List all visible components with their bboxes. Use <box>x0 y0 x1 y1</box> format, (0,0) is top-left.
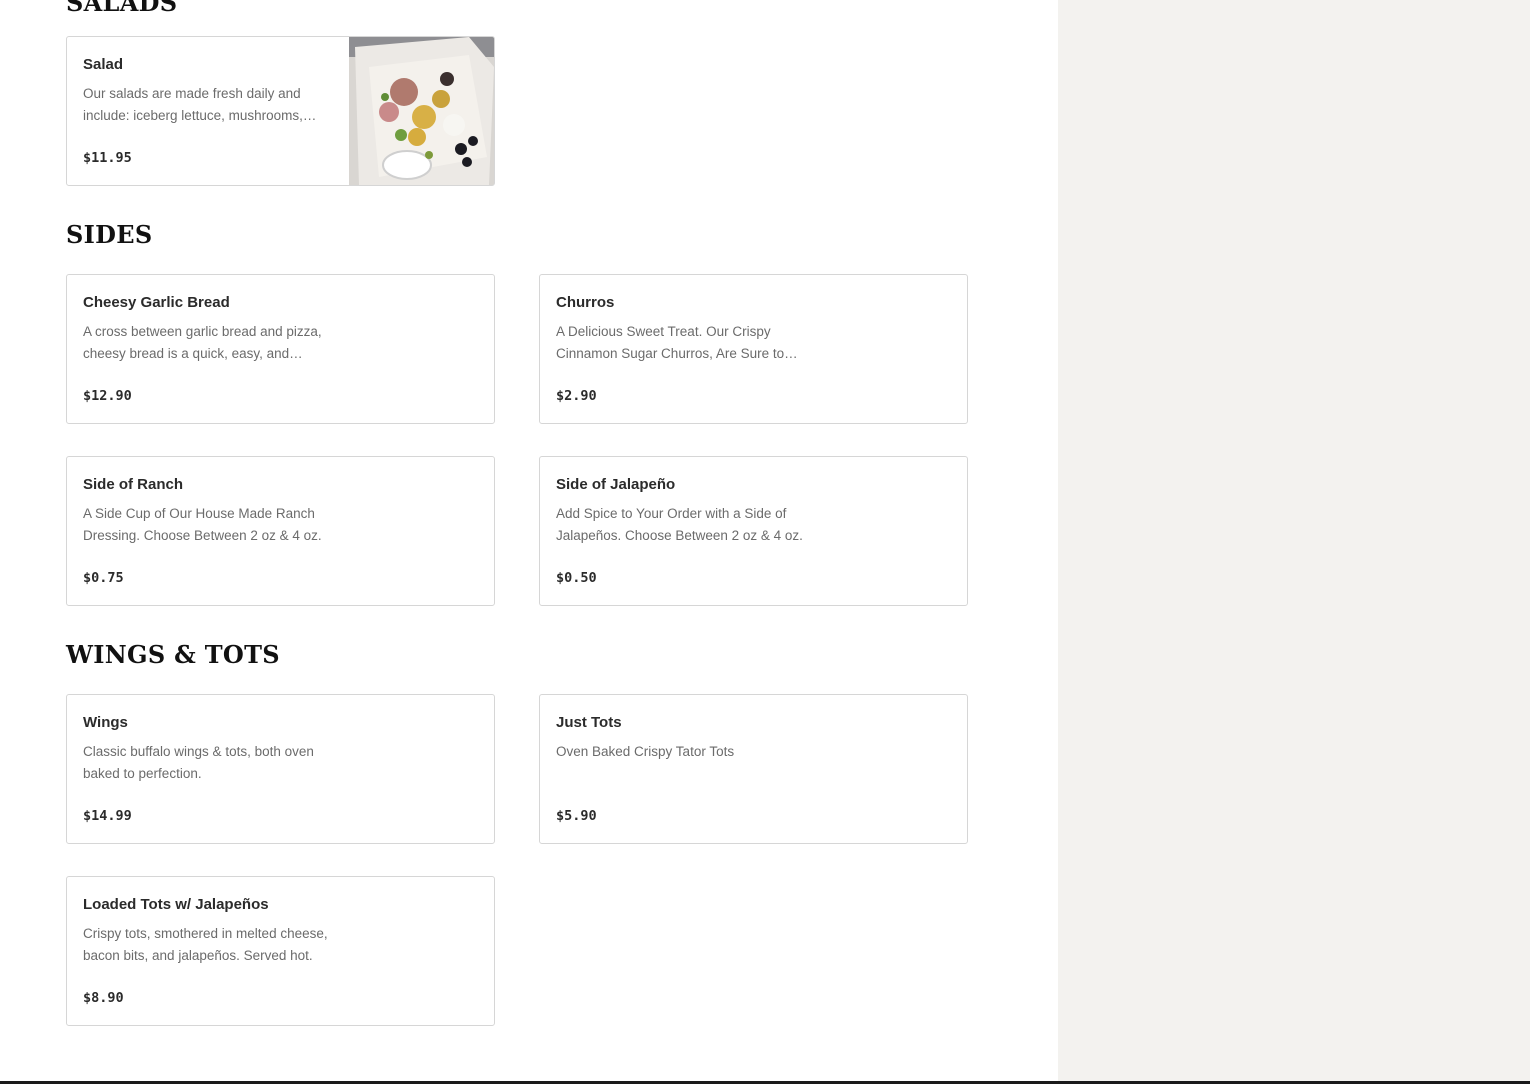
menu-item-card-wings[interactable]: Wings Classic buffalo wings & tots, both… <box>66 694 495 844</box>
right-side-panel <box>1058 0 1530 1084</box>
menu-item-name: Side of Jalapeño <box>556 476 676 493</box>
menu-item-price: $14.99 <box>83 808 132 824</box>
menu-item-name: Loaded Tots w/ Jalapeños <box>83 896 269 913</box>
menu-item-price: $0.75 <box>83 570 124 586</box>
page: SALADS Salad Our salads are made fresh d… <box>0 0 1530 1084</box>
menu-item-description: Crispy tots, smothered in melted cheese,… <box>83 926 328 963</box>
menu-item-card-churros[interactable]: Churros A Delicious Sweet Treat. Our Cri… <box>539 274 968 424</box>
menu-item-name: Just Tots <box>556 714 622 731</box>
menu-item-price: $2.90 <box>556 388 597 404</box>
menu-item-card-cheesy-garlic-bread[interactable]: Cheesy Garlic Bread A cross between garl… <box>66 274 495 424</box>
menu-item-name: Salad <box>83 56 124 73</box>
menu-item-price: $8.90 <box>83 990 124 1006</box>
menu-item-card-side-of-jalapeno[interactable]: Side of Jalapeño Add Spice to Your Order… <box>539 456 968 606</box>
section-title-wings-tots: WINGS & TOTS <box>66 640 280 669</box>
menu-item-price: $0.50 <box>556 570 597 586</box>
menu-item-description: A Side Cup of Our House Made Ranch Dress… <box>83 506 322 543</box>
menu-item-card-loaded-tots[interactable]: Loaded Tots w/ Jalapeños Crispy tots, sm… <box>66 876 495 1026</box>
menu-item-card-just-tots[interactable]: Just Tots Oven Baked Crispy Tator Tots $… <box>539 694 968 844</box>
menu-item-name: Wings <box>83 714 128 731</box>
menu-item-name: Churros <box>556 294 615 311</box>
menu-item-description: A cross between garlic bread and pizza, … <box>83 324 322 361</box>
menu-item-description: Classic buffalo wings & tots, both oven … <box>83 744 314 781</box>
menu-item-price: $12.90 <box>83 388 132 404</box>
section-title-sides: SIDES <box>66 220 153 249</box>
menu-item-name: Cheesy Garlic Bread <box>83 294 230 311</box>
menu-item-description: Add Spice to Your Order with a Side of J… <box>556 506 803 543</box>
menu-item-name: Side of Ranch <box>83 476 184 493</box>
salad-photo <box>349 37 494 185</box>
menu-item-description: Our salads are made fresh daily and incl… <box>83 86 303 123</box>
menu-main: SALADS Salad Our salads are made fresh d… <box>0 0 1058 1084</box>
menu-item-price: $5.90 <box>556 808 597 824</box>
menu-item-description: A Delicious Sweet Treat. Our Crispy Cinn… <box>556 324 785 361</box>
menu-item-card-side-of-ranch[interactable]: Side of Ranch A Side Cup of Our House Ma… <box>66 456 495 606</box>
menu-item-price: $11.95 <box>83 150 132 166</box>
menu-item-card-salad[interactable]: Salad Our salads are made fresh daily an… <box>66 36 495 186</box>
section-title-salads: SALADS <box>66 0 178 17</box>
menu-item-description: Oven Baked Crispy Tator Tots <box>556 744 735 759</box>
